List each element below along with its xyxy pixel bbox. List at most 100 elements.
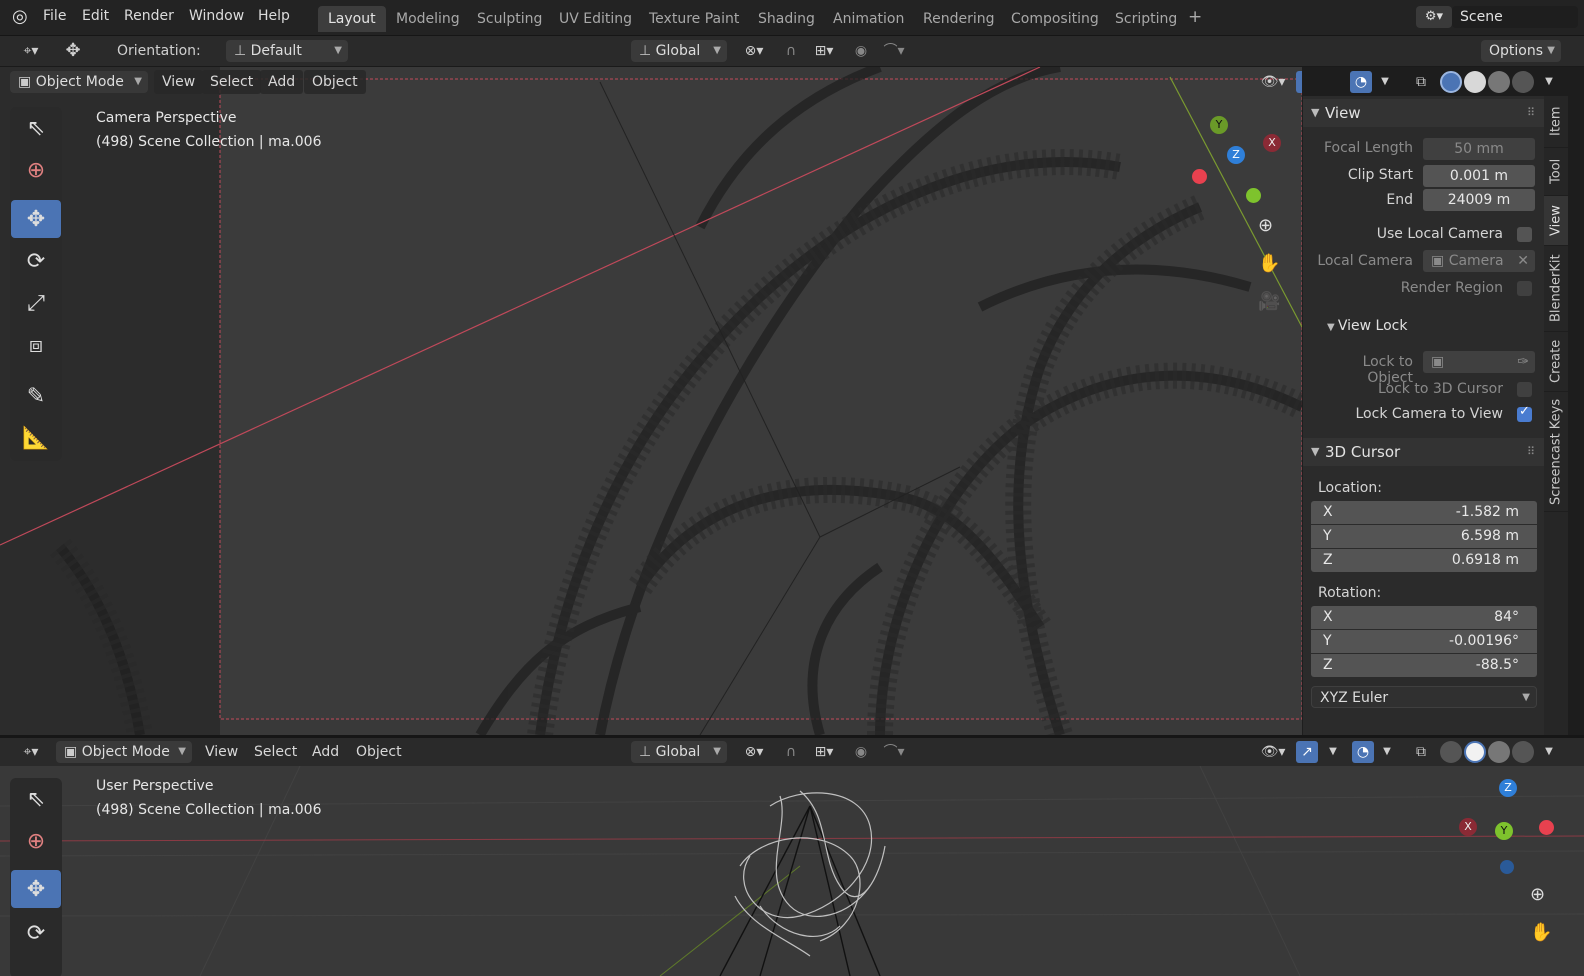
gizmo-neg-x-icon[interactable] bbox=[1192, 169, 1207, 184]
menu-add[interactable]: Add bbox=[260, 70, 304, 94]
material-shading-icon[interactable] bbox=[1488, 741, 1510, 763]
add-workspace-button[interactable]: + bbox=[1188, 7, 1202, 27]
annotate-tool-icon[interactable]: ✎ bbox=[11, 377, 61, 415]
tab-rendering[interactable]: Rendering bbox=[913, 6, 1005, 32]
gizmo-z-icon[interactable]: Z bbox=[1227, 146, 1245, 164]
move-tool-button[interactable]: ✥ bbox=[11, 200, 61, 238]
move-tool-icon[interactable]: ✥ bbox=[62, 40, 84, 62]
proportional-edit-icon[interactable]: ◉ bbox=[850, 40, 872, 62]
tab-scripting[interactable]: Scripting bbox=[1105, 6, 1187, 32]
gizmo-y-icon[interactable]: Y bbox=[1495, 822, 1513, 840]
tab-shading[interactable]: Shading bbox=[748, 6, 825, 32]
menu-object[interactable]: Object bbox=[350, 741, 408, 763]
transform-orientation-dropdown[interactable]: ⊥ Global ▼ bbox=[631, 741, 727, 763]
use-local-camera-checkbox[interactable] bbox=[1517, 227, 1532, 242]
select-tool-icon[interactable]: ⇖ bbox=[11, 780, 61, 818]
scene-name-field[interactable]: Scene bbox=[1452, 6, 1578, 28]
clip-end-field[interactable]: 24009 m bbox=[1423, 189, 1535, 211]
clear-icon[interactable]: ✕ bbox=[1517, 250, 1529, 272]
material-shading-icon[interactable] bbox=[1488, 71, 1510, 93]
falloff-icon[interactable]: ⌒▾ bbox=[876, 741, 912, 763]
cursor-section-header[interactable]: ▼ 3D Cursor ⠿ bbox=[1303, 438, 1545, 466]
scale-tool-icon[interactable]: ⤢ bbox=[11, 284, 61, 322]
editor-type-icon[interactable]: ⌖▾ bbox=[14, 741, 48, 763]
menu-window[interactable]: Window bbox=[189, 8, 244, 24]
location-z-field[interactable]: Z 0.6918 m bbox=[1311, 549, 1537, 572]
wireframe-shading-icon[interactable] bbox=[1440, 71, 1462, 93]
select-tool-icon[interactable]: ⇖ bbox=[11, 109, 61, 147]
gizmo-neg-z-icon[interactable] bbox=[1500, 860, 1514, 874]
drag-handle-icon[interactable]: ⠿ bbox=[1527, 438, 1535, 466]
editor-type-icon[interactable]: ⌖▾ bbox=[14, 40, 48, 62]
snap-target-icon[interactable]: ⊞▾ bbox=[806, 40, 842, 62]
tab-compositing[interactable]: Compositing bbox=[1001, 6, 1109, 32]
tab-modeling[interactable]: Modeling bbox=[386, 6, 470, 32]
gizmo-x-icon[interactable]: X bbox=[1459, 818, 1477, 836]
gizmo-z-icon[interactable]: Z bbox=[1499, 779, 1517, 797]
gizmo-y-icon[interactable]: Y bbox=[1210, 116, 1228, 134]
mode-dropdown[interactable]: ▣ Object Mode ▼ bbox=[56, 741, 192, 763]
snap-toggle-icon[interactable]: ∩ bbox=[780, 741, 802, 763]
shading-dropdown-icon[interactable]: ▼ bbox=[1538, 741, 1560, 763]
rotation-x-field[interactable]: X 84° bbox=[1311, 606, 1537, 629]
location-x-field[interactable]: X -1.582 m bbox=[1311, 501, 1537, 524]
solid-shading-icon[interactable] bbox=[1464, 71, 1486, 93]
rotation-mode-dropdown[interactable]: XYZ Euler ▼ bbox=[1311, 686, 1537, 708]
orientation-dropdown[interactable]: ⊥ Default ▼ bbox=[226, 40, 348, 62]
move-tool-button[interactable]: ✥ bbox=[11, 870, 61, 908]
overlay-dropdown-icon[interactable]: ▼ bbox=[1376, 741, 1398, 763]
gizmo-x-icon[interactable]: X bbox=[1263, 134, 1281, 152]
mode-dropdown[interactable]: ▣ Object Mode ▼ bbox=[10, 71, 148, 93]
zoom-icon[interactable]: ⊕ bbox=[1258, 215, 1273, 236]
gizmo-toggle-icon[interactable]: ↗ bbox=[1296, 71, 1302, 93]
overlay-dropdown-icon[interactable]: ▼ bbox=[1374, 71, 1396, 93]
pivot-point-icon[interactable]: ⊗▾ bbox=[736, 741, 772, 763]
cursor-tool-icon[interactable]: ⊕ bbox=[11, 151, 61, 189]
pivot-point-icon[interactable]: ⊗▾ bbox=[736, 40, 772, 62]
shading-dropdown-icon[interactable]: ▼ bbox=[1538, 71, 1560, 93]
proportional-edit-icon[interactable]: ◉ bbox=[850, 741, 872, 763]
gizmo-dropdown-icon[interactable]: ▼ bbox=[1322, 741, 1344, 763]
tab-uv-editing[interactable]: UV Editing bbox=[549, 6, 642, 32]
cursor-tool-icon[interactable]: ⊕ bbox=[11, 822, 61, 860]
overlay-toggle-icon[interactable]: ◔ bbox=[1350, 71, 1372, 93]
rotation-z-field[interactable]: Z -88.5° bbox=[1311, 654, 1537, 677]
tab-item[interactable]: Item bbox=[1544, 96, 1568, 148]
view-section-header[interactable]: ▼ View ⠿ bbox=[1303, 99, 1545, 127]
view-lock-subheader[interactable]: ▼ View Lock bbox=[1327, 318, 1407, 334]
menu-select[interactable]: Select bbox=[202, 70, 262, 94]
xray-toggle-icon[interactable]: ⧉ bbox=[1410, 741, 1432, 763]
falloff-icon[interactable]: ⌒▾ bbox=[876, 40, 912, 62]
xray-toggle-icon[interactable]: ⧉ bbox=[1410, 71, 1432, 93]
rotation-y-field[interactable]: Y -0.00196° bbox=[1311, 630, 1537, 653]
transform-tool-icon[interactable]: ⧈ bbox=[11, 326, 61, 364]
blender-logo-icon[interactable]: ◎ bbox=[12, 6, 28, 27]
scene-selector-icon[interactable]: ⚙▾ bbox=[1416, 6, 1452, 28]
pan-hand-icon[interactable]: ✋ bbox=[1258, 253, 1280, 274]
tab-screencast-keys[interactable]: Screencast Keys bbox=[1544, 392, 1568, 512]
menu-edit[interactable]: Edit bbox=[82, 8, 109, 24]
focal-length-field[interactable]: 50 mm bbox=[1423, 138, 1535, 160]
menu-help[interactable]: Help bbox=[258, 8, 290, 24]
transform-orientation-dropdown[interactable]: ⊥ Global ▼ bbox=[631, 40, 727, 62]
tab-animation[interactable]: Animation bbox=[823, 6, 914, 32]
tab-texture-paint[interactable]: Texture Paint bbox=[639, 6, 749, 32]
zoom-icon[interactable]: ⊕ bbox=[1530, 884, 1545, 905]
snap-target-icon[interactable]: ⊞▾ bbox=[806, 741, 842, 763]
snap-toggle-icon[interactable]: ∩ bbox=[780, 40, 802, 62]
rotate-tool-icon[interactable]: ⟳ bbox=[11, 914, 61, 952]
tab-layout[interactable]: Layout bbox=[318, 6, 386, 32]
lock-to-object-field[interactable]: ▣ ✑ bbox=[1423, 351, 1535, 373]
visibility-icon[interactable]: 👁▾ bbox=[1256, 741, 1290, 763]
menu-add[interactable]: Add bbox=[306, 741, 345, 763]
gizmo-neg-y-icon[interactable] bbox=[1246, 188, 1261, 203]
gizmo-toggle-icon[interactable]: ↗ bbox=[1296, 741, 1318, 763]
tab-sculpting[interactable]: Sculpting bbox=[467, 6, 552, 32]
rendered-shading-icon[interactable] bbox=[1512, 71, 1534, 93]
menu-view[interactable]: View bbox=[199, 741, 244, 763]
pan-hand-icon[interactable]: ✋ bbox=[1530, 922, 1552, 943]
options-dropdown[interactable]: Options ▼ bbox=[1481, 40, 1561, 62]
viewport-camera[interactable]: ▣ Object Mode ▼ View Select Add Object 👁▾… bbox=[0, 67, 1302, 735]
camera-view-icon[interactable]: 🎥 bbox=[1258, 291, 1280, 312]
visibility-icon[interactable]: 👁▾ bbox=[1256, 71, 1290, 93]
